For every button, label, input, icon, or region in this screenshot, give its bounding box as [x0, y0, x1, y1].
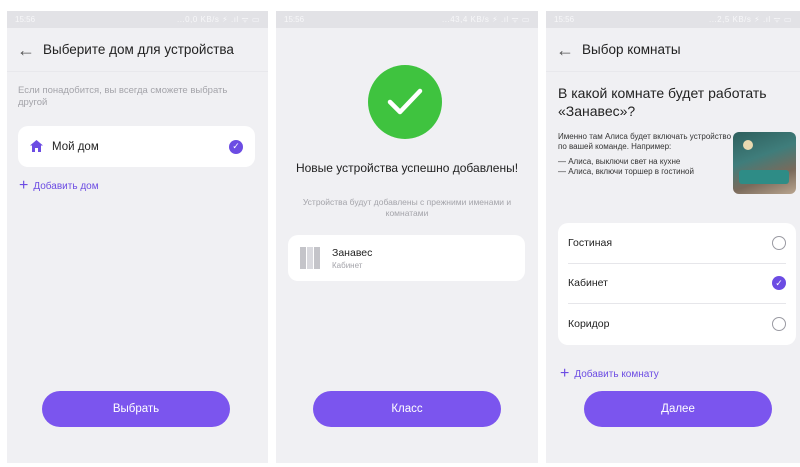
status-time: 15:56: [15, 15, 36, 24]
screen-select-home: 15:56 ...0,0 KB/s ⚡ .ıl ᯤ ▭ ← Выберите д…: [7, 11, 268, 463]
curtain-icon: [300, 247, 320, 269]
status-time: 15:56: [554, 15, 575, 24]
add-room-button[interactable]: + Добавить комнату: [560, 366, 659, 382]
room-label: Гостиная: [568, 236, 613, 249]
home-name: Мой дом: [52, 140, 99, 153]
status-time: 15:56: [284, 15, 305, 24]
add-home-label: Добавить дом: [33, 180, 99, 192]
status-indicators: ...2,5 KB/s ⚡ .ıl ᯤ ▭: [709, 15, 792, 24]
radio-checked-icon[interactable]: ✓: [772, 276, 786, 291]
select-button[interactable]: Выбрать: [42, 391, 230, 427]
checkmark-icon: ✓: [229, 139, 243, 154]
device-room: Кабинет: [332, 260, 363, 270]
room-question: В какой комнате будет работать «Занавес»…: [558, 85, 767, 119]
success-heading: Новые устройства успешно добавлены!: [295, 161, 519, 175]
add-room-label: Добавить комнату: [574, 368, 659, 380]
room-explanation: Именно там Алиса будет включать устройст…: [558, 132, 734, 178]
radio-unchecked-icon[interactable]: [772, 317, 786, 332]
example-1: — Алиса, выключи свет на кухне: [558, 156, 681, 166]
top-bar: ← Выберите дом для устройства: [7, 28, 268, 72]
device-card[interactable]: Занавес Кабинет: [288, 235, 525, 281]
plus-icon: +: [560, 365, 570, 382]
example-2: — Алиса, включи торшер в гостиной: [558, 167, 694, 177]
next-button[interactable]: Далее: [584, 391, 772, 427]
status-indicators: ...43,4 KB/s ⚡ .ıl ᯤ ▭: [442, 15, 530, 24]
explain-text: Именно там Алиса будет включать устройст…: [558, 132, 732, 152]
room-list: Гостиная Кабинет ✓ Коридор: [558, 223, 796, 345]
room-option[interactable]: Гостиная: [568, 223, 786, 264]
sofa-shape: [739, 170, 789, 184]
back-arrow-icon[interactable]: ←: [17, 41, 43, 59]
room-label: Коридор: [568, 318, 610, 331]
room-photo: [733, 132, 796, 194]
add-home-button[interactable]: + Добавить дом: [19, 178, 99, 194]
success-subtitle: Устройства будут добавлены с прежними им…: [302, 197, 512, 219]
screen-success: 15:56 ...43,4 KB/s ⚡ .ıl ᯤ ▭ Новые устро…: [276, 11, 538, 463]
device-name: Занавес: [332, 246, 373, 259]
back-arrow-icon[interactable]: ←: [556, 41, 582, 59]
status-bar: 15:56 ...43,4 KB/s ⚡ .ıl ᯤ ▭: [276, 11, 538, 28]
room-option[interactable]: Коридор: [568, 304, 786, 345]
room-option[interactable]: Кабинет ✓: [568, 264, 786, 304]
radio-unchecked-icon[interactable]: [772, 235, 786, 250]
screen-select-room: 15:56 ...2,5 KB/s ⚡ .ıl ᯤ ▭ ← Выбор комн…: [546, 11, 800, 463]
lamp-shape: [743, 140, 753, 150]
status-bar: 15:56 ...2,5 KB/s ⚡ .ıl ᯤ ▭: [546, 11, 800, 28]
page-title: Выберите дом для устройства: [43, 42, 234, 57]
top-bar: ← Выбор комнаты: [546, 28, 800, 72]
home-icon: [30, 139, 52, 155]
plus-icon: +: [19, 177, 29, 194]
hint-text: Если понадобится, вы всегда сможете выбр…: [18, 85, 228, 109]
ok-button[interactable]: Класс: [313, 391, 501, 427]
status-bar: 15:56 ...0,0 KB/s ⚡ .ıl ᯤ ▭: [7, 11, 268, 28]
page-title: Выбор комнаты: [582, 42, 681, 57]
home-option[interactable]: Мой дом ✓: [18, 126, 255, 167]
room-label: Кабинет: [568, 277, 608, 290]
status-indicators: ...0,0 KB/s ⚡ .ıl ᯤ ▭: [177, 15, 260, 24]
success-check-icon: [368, 65, 442, 139]
